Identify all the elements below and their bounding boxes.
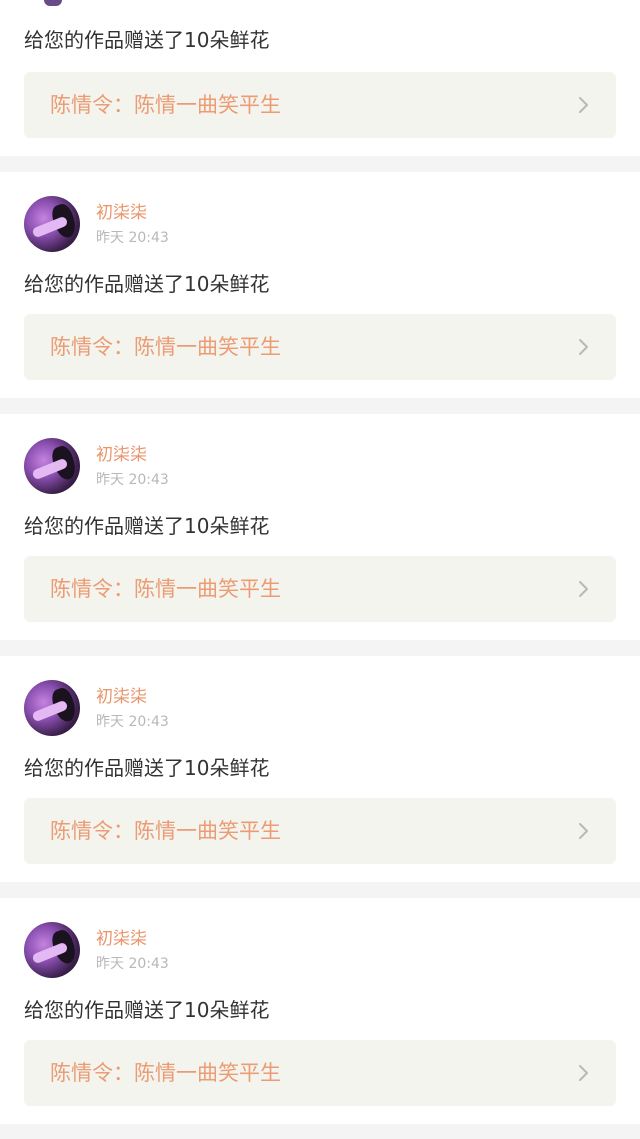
timestamp: 昨天 20:43 bbox=[96, 230, 169, 246]
username[interactable]: 初柒柒 bbox=[96, 444, 147, 466]
username[interactable]: 初柒柒 bbox=[96, 686, 147, 708]
timestamp: 昨天 20:43 bbox=[96, 472, 169, 488]
notification-card: 初柒柒 昨天 20:43 给您的作品赠送了10朵鲜花 陈情令：陈情一曲笑平生 bbox=[0, 656, 640, 882]
chevron-right-icon bbox=[574, 822, 592, 840]
notification-message: 给您的作品赠送了10朵鲜花 bbox=[24, 514, 270, 538]
username[interactable]: 初柒柒 bbox=[96, 928, 147, 950]
work-title: 陈情令：陈情一曲笑平生 bbox=[50, 335, 281, 359]
chevron-right-icon bbox=[574, 580, 592, 598]
notification-message: 给您的作品赠送了10朵鲜花 bbox=[24, 998, 270, 1022]
work-link[interactable]: 陈情令：陈情一曲笑平生 bbox=[24, 556, 616, 622]
notification-message: 给您的作品赠送了10朵鲜花 bbox=[24, 28, 270, 52]
notification-feed: 给您的作品赠送了10朵鲜花 陈情令：陈情一曲笑平生 初柒柒 昨天 20:43 给… bbox=[0, 0, 640, 1139]
avatar[interactable] bbox=[24, 196, 80, 252]
notification-message: 给您的作品赠送了10朵鲜花 bbox=[24, 756, 270, 780]
avatar[interactable] bbox=[24, 438, 80, 494]
notification-card: 初柒柒 昨天 20:43 给您的作品赠送了10朵鲜花 陈情令：陈情一曲笑平生 bbox=[0, 172, 640, 398]
work-link[interactable]: 陈情令：陈情一曲笑平生 bbox=[24, 72, 616, 138]
work-link[interactable]: 陈情令：陈情一曲笑平生 bbox=[24, 798, 616, 864]
avatar[interactable] bbox=[24, 922, 80, 978]
avatar[interactable] bbox=[44, 0, 62, 6]
work-link[interactable]: 陈情令：陈情一曲笑平生 bbox=[24, 1040, 616, 1106]
work-link[interactable]: 陈情令：陈情一曲笑平生 bbox=[24, 314, 616, 380]
work-title: 陈情令：陈情一曲笑平生 bbox=[50, 1061, 281, 1085]
chevron-right-icon bbox=[574, 338, 592, 356]
notification-card: 初柒柒 昨天 20:43 给您的作品赠送了10朵鲜花 陈情令：陈情一曲笑平生 bbox=[0, 898, 640, 1124]
notification-card: 初柒柒 昨天 20:43 给您的作品赠送了10朵鲜花 陈情令：陈情一曲笑平生 bbox=[0, 414, 640, 640]
notification-message: 给您的作品赠送了10朵鲜花 bbox=[24, 272, 270, 296]
username[interactable]: 初柒柒 bbox=[96, 202, 147, 224]
work-title: 陈情令：陈情一曲笑平生 bbox=[50, 93, 281, 117]
chevron-right-icon bbox=[574, 96, 592, 114]
timestamp: 昨天 20:43 bbox=[96, 714, 169, 730]
chevron-right-icon bbox=[574, 1064, 592, 1082]
work-title: 陈情令：陈情一曲笑平生 bbox=[50, 819, 281, 843]
avatar[interactable] bbox=[24, 680, 80, 736]
notification-card: 给您的作品赠送了10朵鲜花 陈情令：陈情一曲笑平生 bbox=[0, 0, 640, 156]
timestamp: 昨天 20:43 bbox=[96, 956, 169, 972]
work-title: 陈情令：陈情一曲笑平生 bbox=[50, 577, 281, 601]
